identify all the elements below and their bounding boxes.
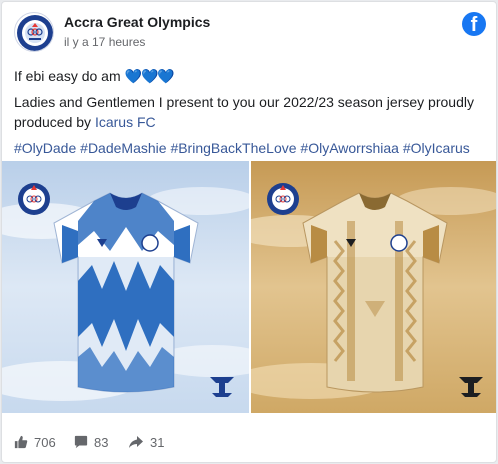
page-name-link[interactable]: Accra Great Olympics: [64, 14, 210, 30]
likes-count[interactable]: 706: [14, 430, 56, 454]
hashtag-olydade[interactable]: #OlyDade: [14, 140, 76, 156]
post-card: Accra Great Olympics il y a 17 heures f …: [1, 1, 497, 463]
text-line-3: produced by Icarus FC: [14, 112, 156, 132]
blue-hearts-icon: 💙💙💙: [124, 68, 175, 84]
hashtag-dademashie[interactable]: #DadeMashie: [80, 140, 166, 156]
photo-grid: [2, 161, 496, 413]
comments-count-text: 83: [94, 434, 109, 450]
comments-count[interactable]: 83: [74, 430, 108, 454]
text-line-1: If ebi easy do am 💙💙💙: [14, 66, 175, 86]
shares-count-text: 31: [150, 434, 165, 450]
hashtag-olyaworrshiaa[interactable]: #OlyAworrshiaa: [300, 140, 399, 156]
hashtag-bringbackthelove[interactable]: #BringBackTheLove: [170, 140, 296, 156]
likes-count-text: 706: [34, 434, 56, 450]
post-timestamp[interactable]: il y a 17 heures: [64, 35, 145, 49]
thumbs-up-icon: [14, 435, 28, 449]
page-avatar[interactable]: [14, 12, 54, 52]
comment-icon: [74, 435, 88, 449]
photo-blue-jersey[interactable]: [2, 161, 249, 413]
text-line-1-content: If ebi easy do am: [14, 68, 121, 84]
text-line-3-prefix: produced by: [14, 114, 92, 130]
facebook-icon[interactable]: f: [462, 12, 486, 36]
icarus-fc-link[interactable]: Icarus FC: [95, 114, 156, 130]
crest-icon: [18, 183, 50, 215]
hashtags-line: #OlyDade #DadeMashie #BringBackTheLove #…: [14, 138, 470, 158]
hashtag-olyicarus[interactable]: #OlyIcarus: [403, 140, 470, 156]
photo-gold-jersey[interactable]: [251, 161, 496, 413]
blue-jersey-image: [2, 161, 249, 413]
club-crest-icon: [17, 15, 53, 51]
shares-count[interactable]: 31: [128, 430, 164, 454]
text-line-2: Ladies and Gentlemen I present to you ou…: [14, 94, 474, 110]
post-header: Accra Great Olympics il y a 17 heures f: [14, 12, 486, 56]
gold-jersey-image: [251, 161, 496, 413]
share-icon: [129, 436, 143, 448]
crest-icon: [267, 183, 299, 215]
